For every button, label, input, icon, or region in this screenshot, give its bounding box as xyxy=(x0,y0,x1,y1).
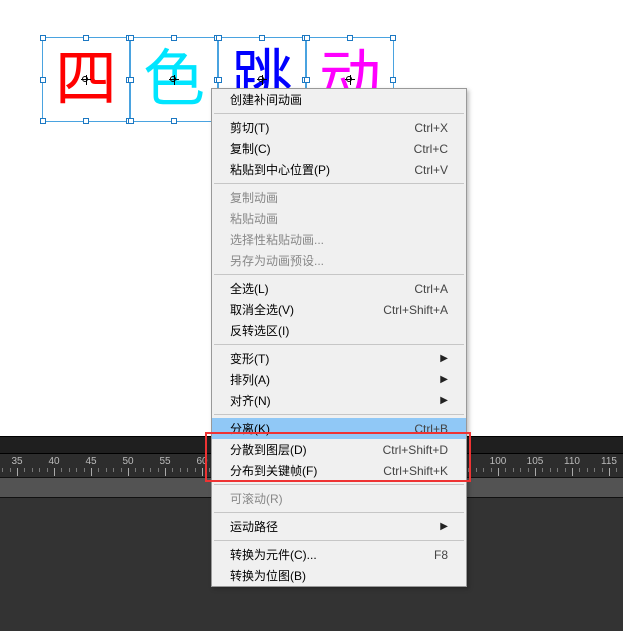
selection-handle[interactable] xyxy=(216,35,222,41)
context-menu: 创建补间动画剪切(T) Ctrl+X 复制(C) Ctrl+C 粘贴到中心位置(P) Ct… xyxy=(211,88,467,587)
menu-item-label: 运动路径 xyxy=(230,518,278,535)
selection-handle[interactable] xyxy=(347,35,353,41)
menu-separator xyxy=(214,414,464,415)
ruler-frame-label: 45 xyxy=(85,456,96,467)
menu-item-label: 分离(K) xyxy=(230,420,270,437)
selected-text-object-0[interactable]: 四 xyxy=(42,37,130,122)
menu-item[interactable]: 取消全选(V) Ctrl+Shift+A xyxy=(212,299,466,320)
menu-separator xyxy=(214,540,464,541)
chevron-right-icon: ▶ xyxy=(440,353,448,364)
ruler-frame-label: 110 xyxy=(564,456,580,467)
chevron-right-icon: ▶ xyxy=(440,521,448,532)
selection-handle[interactable] xyxy=(304,35,310,41)
menu-item-label: 粘贴动画 xyxy=(230,210,278,227)
ruler-frame-label: 50 xyxy=(122,456,133,467)
ruler-frame-label: 115 xyxy=(601,456,617,467)
menu-item: 选择性粘贴动画... xyxy=(212,229,466,250)
menu-item-label: 排列(A) xyxy=(230,371,270,388)
selection-handle[interactable] xyxy=(128,77,134,83)
registration-point-icon xyxy=(345,75,355,85)
selection-handle[interactable] xyxy=(304,77,310,83)
menu-item: 粘贴动画 xyxy=(212,208,466,229)
menu-item[interactable]: 对齐(N) ▶ xyxy=(212,390,466,411)
ruler-frame-label: 40 xyxy=(48,456,59,467)
selection-handle[interactable] xyxy=(259,35,265,41)
selected-text-object-1[interactable]: 色 xyxy=(130,37,218,122)
menu-item-label: 选择性粘贴动画... xyxy=(230,231,324,248)
menu-item[interactable]: 分散到图层(D) Ctrl+Shift+D xyxy=(212,439,466,460)
selection-handle[interactable] xyxy=(40,118,46,124)
menu-item[interactable]: 分布到关键帧(F) Ctrl+Shift+K xyxy=(212,460,466,481)
menu-item-label: 对齐(N) xyxy=(230,392,271,409)
menu-item[interactable]: 变形(T) ▶ xyxy=(212,348,466,369)
menu-item-label: 转换为元件(C)... xyxy=(230,546,317,563)
menu-item[interactable]: 剪切(T) Ctrl+X xyxy=(212,117,466,138)
chevron-right-icon: ▶ xyxy=(440,395,448,406)
menu-item-label: 另存为动画预设... xyxy=(230,252,324,269)
menu-item[interactable]: 分离(K) Ctrl+B xyxy=(212,418,466,439)
menu-item-shortcut: Ctrl+B xyxy=(414,422,448,436)
menu-item-label: 分布到关键帧(F) xyxy=(230,462,317,479)
menu-separator xyxy=(214,512,464,513)
menu-item-label: 可滚动(R) xyxy=(230,490,283,507)
menu-item-label: 复制动画 xyxy=(230,189,278,206)
ruler-frame-label: 105 xyxy=(527,456,544,467)
menu-item-shortcut: Ctrl+V xyxy=(414,163,448,177)
menu-item-label: 复制(C) xyxy=(230,140,271,157)
menu-separator xyxy=(214,484,464,485)
menu-item-shortcut: Ctrl+X xyxy=(414,121,448,135)
menu-item[interactable]: 反转选区(I) xyxy=(212,320,466,341)
menu-item-shortcut: Ctrl+Shift+K xyxy=(383,464,448,478)
menu-item-shortcut: Ctrl+A xyxy=(414,282,448,296)
selection-handle[interactable] xyxy=(40,35,46,41)
menu-item-shortcut: Ctrl+Shift+A xyxy=(383,303,448,317)
selection-handle[interactable] xyxy=(390,77,396,83)
menu-item[interactable]: 粘贴到中心位置(P) Ctrl+V xyxy=(212,159,466,180)
menu-separator xyxy=(214,274,464,275)
selection-handle[interactable] xyxy=(390,35,396,41)
menu-item[interactable]: 转换为位图(B) xyxy=(212,565,466,586)
selection-handle[interactable] xyxy=(128,118,134,124)
menu-item: 可滚动(R) xyxy=(212,488,466,509)
menu-item: 复制动画 xyxy=(212,187,466,208)
menu-item-label: 创建补间动画 xyxy=(230,91,302,108)
chevron-right-icon: ▶ xyxy=(440,374,448,385)
menu-item[interactable]: 运动路径 ▶ xyxy=(212,516,466,537)
selection-handle[interactable] xyxy=(171,118,177,124)
menu-item-label: 变形(T) xyxy=(230,350,269,367)
menu-separator xyxy=(214,183,464,184)
menu-item-label: 粘贴到中心位置(P) xyxy=(230,161,330,178)
menu-item-label: 取消全选(V) xyxy=(230,301,294,318)
menu-item-shortcut: F8 xyxy=(434,548,448,562)
menu-item[interactable]: 转换为元件(C)... F8 xyxy=(212,544,466,565)
ruler-frame-label: 35 xyxy=(11,456,22,467)
menu-item-label: 分散到图层(D) xyxy=(230,441,307,458)
selection-handle[interactable] xyxy=(171,35,177,41)
menu-item-label: 全选(L) xyxy=(230,280,269,297)
ruler-frame-label: 60 xyxy=(196,456,207,467)
selection-handle[interactable] xyxy=(128,35,134,41)
ruler-frame-label: 55 xyxy=(159,456,170,467)
registration-point-icon xyxy=(81,75,91,85)
menu-item[interactable]: 复制(C) Ctrl+C xyxy=(212,138,466,159)
menu-item-shortcut: Ctrl+Shift+D xyxy=(383,443,448,457)
selection-handle[interactable] xyxy=(83,118,89,124)
registration-point-icon xyxy=(257,75,267,85)
selection-handle[interactable] xyxy=(40,77,46,83)
menu-item: 另存为动画预设... xyxy=(212,250,466,271)
menu-item-shortcut: Ctrl+C xyxy=(414,142,448,156)
menu-item-label: 转换为位图(B) xyxy=(230,567,306,584)
selection-handle[interactable] xyxy=(83,35,89,41)
menu-separator xyxy=(214,344,464,345)
menu-separator xyxy=(214,113,464,114)
menu-item[interactable]: 创建补间动画 xyxy=(212,89,466,110)
registration-point-icon xyxy=(169,75,179,85)
menu-item-label: 反转选区(I) xyxy=(230,322,289,339)
menu-item[interactable]: 排列(A) ▶ xyxy=(212,369,466,390)
selection-handle[interactable] xyxy=(216,77,222,83)
menu-item-label: 剪切(T) xyxy=(230,119,269,136)
menu-item[interactable]: 全选(L) Ctrl+A xyxy=(212,278,466,299)
ruler-frame-label: 100 xyxy=(490,456,507,467)
